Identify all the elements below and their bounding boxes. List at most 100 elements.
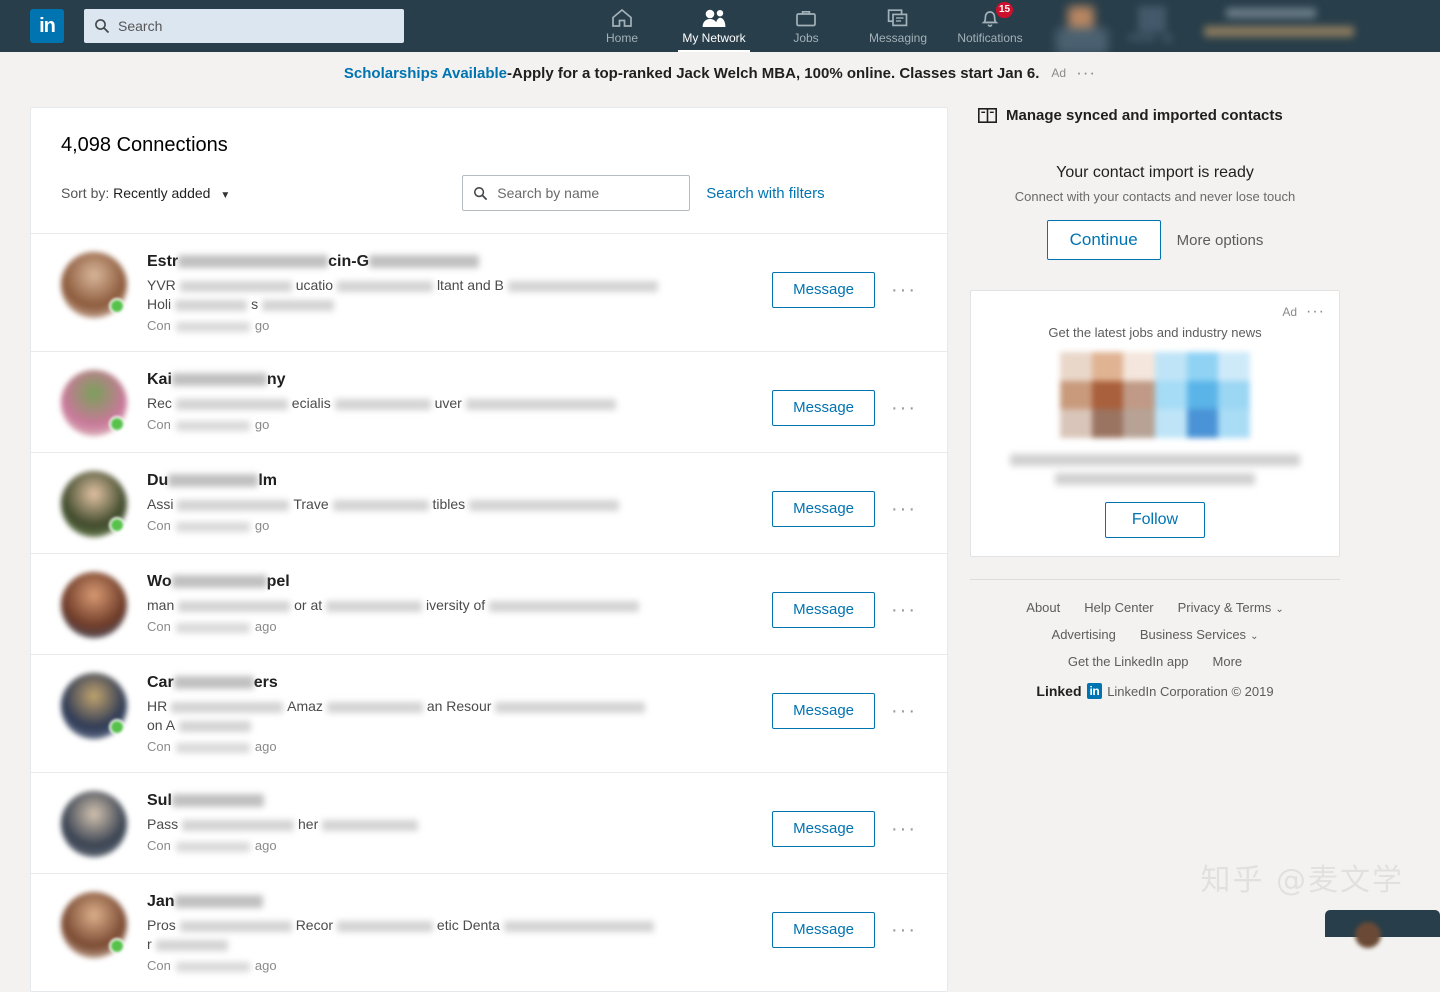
redacted-text — [175, 321, 250, 332]
connection-headline: HR Amaz an Resour — [147, 697, 772, 716]
footer-row-3: Get the LinkedIn app More — [970, 654, 1340, 669]
connection-name[interactable]: Du lm — [147, 471, 772, 491]
nav-premium-promo-obscured[interactable] — [1186, 0, 1386, 52]
search-by-name-input[interactable] — [497, 185, 680, 201]
avatar[interactable] — [61, 252, 127, 318]
connection-date: Con ago — [147, 739, 277, 754]
row-overflow-icon[interactable]: ··· — [891, 919, 917, 942]
watermark: 知乎 @麦文学 — [1200, 863, 1404, 898]
redacted-text — [465, 398, 616, 410]
search-by-name-box[interactable] — [462, 175, 691, 211]
connection-row[interactable]: Du lm Assi Trave tibles Con go Message ··· — [31, 452, 947, 553]
connection-actions: Message ··· — [772, 912, 917, 948]
avatar[interactable] — [61, 471, 127, 537]
connection-name[interactable]: Kai ny — [147, 370, 772, 390]
redacted-text — [369, 255, 480, 269]
sort-by-value: Recently added — [113, 185, 211, 201]
message-button[interactable]: Message — [772, 592, 876, 628]
redacted-text — [178, 255, 329, 269]
row-overflow-icon[interactable]: ··· — [891, 700, 917, 723]
connection-headline-line2: Holi s — [147, 295, 772, 314]
messaging-widget-peek[interactable] — [1325, 910, 1440, 948]
connection-name[interactable]: Sul — [147, 791, 772, 811]
footer-link-more[interactable]: More — [1213, 654, 1243, 669]
row-overflow-icon[interactable]: ··· — [891, 498, 917, 521]
sponsored-banner: Scholarships Available - Apply for a top… — [0, 52, 1440, 94]
message-button[interactable]: Message — [772, 272, 876, 308]
continue-button[interactable]: Continue — [1046, 220, 1161, 260]
manage-contacts-label: Manage synced and imported contacts — [1006, 107, 1283, 124]
footer-row-2: Advertising Business Services ⌄ — [970, 627, 1340, 642]
connection-name[interactable]: Car ers — [147, 673, 772, 693]
nav-item-notifications[interactable]: 15 Notifications — [944, 0, 1036, 52]
row-overflow-icon[interactable]: ··· — [891, 818, 917, 841]
message-button[interactable]: Message — [772, 693, 876, 729]
footer-link-advertising[interactable]: Advertising — [1052, 627, 1116, 642]
message-button[interactable]: Message — [772, 912, 876, 948]
row-overflow-icon[interactable]: ··· — [891, 599, 917, 622]
footer-link-get-app[interactable]: Get the LinkedIn app — [1068, 654, 1189, 669]
sponsored-banner-ad-tag: Ad — [1051, 66, 1067, 80]
message-button[interactable]: Message — [772, 390, 876, 426]
connection-row[interactable]: Kai ny Rec ecialis uver Con go Message ··· — [31, 351, 947, 452]
connection-name[interactable]: Wo pel — [147, 572, 772, 592]
search-icon — [474, 186, 488, 200]
sort-by-control[interactable]: Sort by: Recently added ▼ — [61, 185, 230, 201]
connection-date: Con go — [147, 417, 270, 432]
nav-me-menu-obscured[interactable] — [1120, 0, 1186, 52]
avatar[interactable] — [61, 572, 127, 638]
avatar[interactable] — [61, 370, 127, 436]
connection-row[interactable]: Sul Pass her Con ago Message ··· — [31, 772, 947, 873]
linkedin-logo[interactable]: in — [30, 9, 64, 43]
avatar[interactable] — [61, 892, 127, 958]
redacted-text — [168, 474, 259, 488]
redacted-text — [179, 280, 292, 292]
briefcase-icon — [795, 7, 817, 29]
manage-contacts-link[interactable]: Manage synced and imported contacts — [970, 107, 1340, 124]
connection-name[interactable]: Estr cin-G — [147, 252, 772, 272]
connection-actions: Message ··· — [772, 390, 917, 426]
message-button[interactable]: Message — [772, 491, 876, 527]
nav-item-notifications-label: Notifications — [957, 31, 1023, 45]
footer-link-business-services[interactable]: Business Services ⌄ — [1140, 627, 1259, 642]
sponsored-banner-body: Apply for a top-ranked Jack Welch MBA, 1… — [512, 64, 1040, 82]
nav-item-my-network[interactable]: My Network — [668, 0, 760, 52]
sponsored-banner-overflow-icon[interactable]: ··· — [1076, 63, 1096, 83]
sponsored-ad-card: Ad ··· Get the latest jobs and industry … — [970, 290, 1340, 557]
connection-row[interactable]: Jan Pros Recor etic Denta r Con ago Message ·… — [31, 873, 947, 991]
sponsored-banner-headline[interactable]: Scholarships Available — [344, 65, 507, 82]
nav-item-home[interactable]: Home — [576, 0, 668, 52]
message-button[interactable]: Message — [772, 811, 876, 847]
avatar[interactable] — [61, 673, 127, 739]
row-overflow-icon[interactable]: ··· — [891, 397, 917, 420]
row-overflow-icon[interactable]: ··· — [891, 279, 917, 302]
more-options-link[interactable]: More options — [1177, 232, 1264, 249]
connection-name[interactable]: Jan — [147, 892, 772, 912]
connection-row[interactable]: Car ers HR Amaz an Resour on A Con ago Messag… — [31, 654, 947, 772]
avatar[interactable] — [61, 791, 127, 857]
footer-link-about[interactable]: About — [1026, 600, 1060, 615]
contact-import-subtitle: Connect with your contacts and never los… — [1014, 189, 1296, 204]
connection-headline-line2: r — [147, 935, 772, 954]
footer-link-help-center[interactable]: Help Center — [1084, 600, 1153, 615]
redacted-text — [182, 819, 295, 831]
ad-card-headline: Get the latest jobs and industry news — [1048, 325, 1262, 340]
global-search-input[interactable] — [118, 18, 394, 34]
redacted-text — [171, 794, 264, 808]
presence-indicator — [109, 517, 125, 533]
connections-list: Estr cin-G YVR ucatio ltant and B Holi s Con… — [31, 233, 947, 991]
chat-icon — [887, 7, 909, 29]
connection-info: Sul Pass her Con ago — [147, 789, 772, 855]
connection-row[interactable]: Wo pel man or at iversity of Con ago Message… — [31, 553, 947, 654]
ad-image-left-swatches — [1060, 352, 1155, 438]
nav-item-messaging[interactable]: Messaging — [852, 0, 944, 52]
nav-item-jobs[interactable]: Jobs — [760, 0, 852, 52]
follow-button[interactable]: Follow — [1104, 502, 1206, 538]
footer-link-privacy-terms[interactable]: Privacy & Terms ⌄ — [1178, 600, 1284, 615]
global-search-box[interactable] — [84, 9, 404, 43]
connection-row[interactable]: Estr cin-G YVR ucatio ltant and B Holi s Con… — [31, 233, 947, 351]
ad-card-overflow-icon[interactable]: ··· — [1306, 303, 1325, 321]
redacted-text — [336, 920, 433, 932]
nav-avatar-obscured[interactable] — [1042, 0, 1120, 54]
search-with-filters-link[interactable]: Search with filters — [706, 185, 824, 202]
